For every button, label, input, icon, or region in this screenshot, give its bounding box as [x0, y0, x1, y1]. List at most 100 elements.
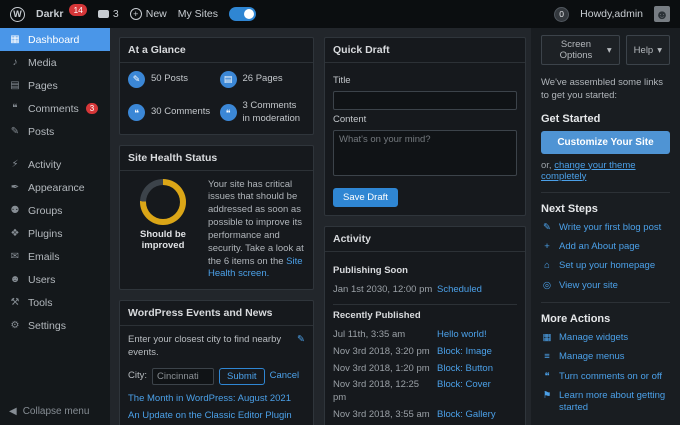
dashboard-column-1: At a Glance ✎ 50 Posts ▤ 26 Pages ❝ 30 C… — [110, 28, 319, 425]
menu-separator — [0, 143, 110, 153]
news-link[interactable]: The Month in WordPress: August 2021 — [128, 393, 305, 405]
panel-quick-draft: Quick Draft Title Content Save Draft — [324, 37, 526, 216]
sidebar-item-label: Media — [28, 57, 57, 69]
quick-draft-title-label: Title — [333, 75, 517, 88]
step-label: Turn comments on or off — [559, 371, 662, 383]
sidebar-item-comments[interactable]: ❝ Comments 3 — [0, 97, 110, 120]
activity-row: Nov 3rd 2018, 3:55 am Block: Gallery — [333, 407, 517, 424]
manage-menus-link[interactable]: ≡ Manage menus — [541, 351, 670, 363]
sidebar-item-pages[interactable]: ▤ Pages — [0, 74, 110, 97]
activity-row: Nov 3rd 2018, 1:20 pm Block: Button — [333, 361, 517, 378]
quick-draft-title-input[interactable] — [333, 91, 517, 110]
site-health-gauge-label: Should be improved — [128, 229, 198, 252]
glance-moderation-link[interactable]: ❝ 3 Comments in moderation — [220, 100, 306, 126]
published-post-link[interactable]: Block: Button — [437, 363, 493, 376]
comment-bubble-icon: ❝ — [541, 371, 553, 383]
submit-city-button[interactable]: Submit — [219, 368, 265, 385]
plugins-icon: ❖ — [9, 228, 21, 239]
step-label: View your site — [559, 280, 618, 292]
plus-icon: + — [130, 8, 142, 20]
admin-bar-comment-count: 3 — [113, 8, 119, 20]
user-avatar[interactable]: ☻ — [654, 6, 670, 22]
activity-date: Nov 3rd 2018, 3:55 am — [333, 409, 433, 422]
sidebar-item-label: Groups — [28, 205, 62, 217]
recently-published-heading: Recently Published — [333, 304, 517, 327]
quick-draft-content-textarea[interactable] — [333, 130, 517, 176]
city-input[interactable] — [152, 368, 214, 385]
help-button[interactable]: Help ▾ — [626, 35, 670, 65]
screen-options-button[interactable]: Screen Options ▾ — [541, 35, 620, 65]
posts-icon: ✎ — [128, 71, 145, 88]
collapse-menu-button[interactable]: ◀ Collapse menu — [0, 398, 110, 425]
activity-icon: ⚡ — [9, 159, 21, 170]
sidebar-item-emails[interactable]: ✉ Emails — [0, 245, 110, 268]
cancel-city-link[interactable]: Cancel — [270, 370, 300, 383]
panel-title: At a Glance — [120, 38, 313, 63]
wordpress-logo-icon[interactable]: W — [10, 7, 25, 22]
panel-title: WordPress Events and News — [120, 301, 313, 326]
widgets-icon: ▦ — [541, 332, 553, 344]
toggle-comments-link[interactable]: ❝ Turn comments on or off — [541, 371, 670, 383]
comments-bubble-icon — [98, 10, 109, 18]
admin-bar-comments[interactable]: 3 — [98, 8, 119, 20]
glance-comments-link[interactable]: ❝ 30 Comments — [128, 100, 214, 126]
posts-icon: ✎ — [9, 126, 21, 137]
moderation-icon: ❝ — [220, 104, 237, 121]
sidebar-item-settings[interactable]: ⚙ Settings — [0, 314, 110, 337]
pages-icon: ▤ — [9, 80, 21, 91]
divider — [541, 302, 670, 303]
published-post-link[interactable]: Block: Cover — [437, 379, 491, 405]
dark-mode-toggle[interactable] — [229, 7, 256, 21]
collapse-menu-label: Collapse menu — [23, 406, 90, 417]
manage-widgets-link[interactable]: ▦ Manage widgets — [541, 332, 670, 344]
published-post-link[interactable]: Hello world! — [437, 329, 487, 342]
glance-pages-link[interactable]: ▤ 26 Pages — [220, 71, 306, 88]
users-icon: ☻ — [9, 274, 21, 285]
published-post-link[interactable]: Block: Gallery — [437, 409, 496, 422]
panel-title: Site Health Status — [120, 146, 313, 171]
sidebar-item-appearance[interactable]: ✒ Appearance — [0, 176, 110, 199]
sidebar-item-tools[interactable]: ⚒ Tools — [0, 291, 110, 314]
sidebar-item-label: Plugins — [28, 228, 62, 240]
sidebar-item-posts[interactable]: ✎ Posts — [0, 120, 110, 143]
site-health-gauge — [140, 179, 186, 225]
chevron-down-icon: ▾ — [607, 45, 612, 56]
learn-more-link[interactable]: ⚑ Learn more about getting started — [541, 390, 670, 415]
sidebar-item-activity[interactable]: ⚡ Activity — [0, 153, 110, 176]
save-draft-button[interactable]: Save Draft — [333, 188, 398, 207]
chevron-down-icon: ▾ — [657, 45, 662, 56]
home-icon: ⌂ — [541, 260, 553, 272]
site-name-menu[interactable]: Darkr 14 — [36, 8, 87, 20]
glance-posts-link[interactable]: ✎ 50 Posts — [128, 71, 214, 88]
write-first-post-link[interactable]: ✎ Write your first blog post — [541, 222, 670, 234]
new-content-button[interactable]: + New — [130, 8, 167, 20]
scheduled-post-link[interactable]: Scheduled — [437, 284, 482, 297]
sidebar-item-label: Tools — [28, 297, 53, 309]
notification-count-badge[interactable]: 0 — [554, 7, 569, 22]
news-link[interactable]: An Update on the Classic Editor Plugin — [128, 410, 305, 422]
view-site-link[interactable]: ◎ View your site — [541, 280, 670, 292]
activity-date: Nov 3rd 2018, 1:20 pm — [333, 363, 433, 376]
activity-date: Nov 3rd 2018, 3:20 pm — [333, 346, 433, 359]
activity-row: Nov 3rd 2018, 12:25 pm Block: Cover — [333, 377, 517, 407]
panel-at-a-glance: At a Glance ✎ 50 Posts ▤ 26 Pages ❝ 30 C… — [119, 37, 314, 135]
activity-date: Jul 11th, 3:35 am — [333, 329, 433, 342]
admin-bar: W Darkr 14 3 + New My Sites 0 Howdy,admi… — [0, 0, 680, 28]
howdy-account-menu[interactable]: Howdy,admin — [580, 8, 643, 20]
sidebar-item-groups[interactable]: ⚉ Groups — [0, 199, 110, 222]
published-post-link[interactable]: Block: Image — [437, 346, 492, 359]
dashboard-main: At a Glance ✎ 50 Posts ▤ 26 Pages ❝ 30 C… — [110, 28, 680, 425]
customize-your-site-button[interactable]: Customize Your Site — [541, 131, 670, 154]
welcome-column: Screen Options ▾ Help ▾ We've assembled … — [531, 28, 680, 425]
add-about-page-link[interactable]: + Add an About page — [541, 241, 670, 253]
edit-city-icon[interactable]: ✎ — [297, 334, 305, 347]
sidebar-item-media[interactable]: ♪ Media — [0, 51, 110, 74]
change-theme-link[interactable]: change your theme completely — [541, 160, 636, 182]
my-sites-menu[interactable]: My Sites — [178, 8, 218, 20]
sidebar-item-dashboard[interactable]: ▦ Dashboard — [0, 28, 110, 51]
step-label: Set up your homepage — [559, 260, 655, 272]
sidebar-item-plugins[interactable]: ❖ Plugins — [0, 222, 110, 245]
setup-homepage-link[interactable]: ⌂ Set up your homepage — [541, 260, 670, 272]
media-icon: ♪ — [9, 57, 21, 68]
sidebar-item-users[interactable]: ☻ Users — [0, 268, 110, 291]
